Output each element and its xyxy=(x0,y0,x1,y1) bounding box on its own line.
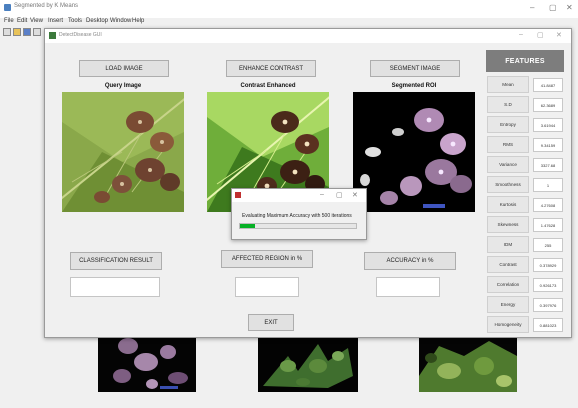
progress-minimize-icon[interactable]: – xyxy=(320,191,324,198)
load-image-button[interactable]: LOAD IMAGE xyxy=(79,60,169,77)
classification-result-label: CLASSIFICATION RESULT xyxy=(70,252,162,270)
feature-value-skewness: 1.47628 xyxy=(533,218,563,232)
affected-region-field[interactable] xyxy=(235,277,299,297)
query-image xyxy=(62,92,184,212)
dialog-title: DetectDisease GUI xyxy=(59,32,102,38)
feature-value-energy: 0.397976 xyxy=(533,298,563,312)
classification-result-field[interactable] xyxy=(70,277,160,297)
app-icon xyxy=(49,32,56,39)
feature-label-energy: Energy xyxy=(487,296,529,313)
feature-label-skewness: Skewness xyxy=(487,216,529,233)
feature-value-mean: 41.8487 xyxy=(533,78,563,92)
progress-message: Evaluating Maximum Accuracy with 500 ite… xyxy=(242,213,352,219)
segment-image-button[interactable]: SEGMENT IMAGE xyxy=(370,60,460,77)
accuracy-label: ACCURACY in % xyxy=(364,252,456,270)
accuracy-field[interactable] xyxy=(376,277,440,297)
feature-value-entropy: 3.61944 xyxy=(533,118,563,132)
feature-label-correlation: Correlation xyxy=(487,276,529,293)
feature-label-mean: Mean xyxy=(487,76,529,93)
feature-value-smoothness: 1 xyxy=(533,178,563,192)
new-file-icon[interactable] xyxy=(3,28,11,36)
feature-value-correlation: 0.926173 xyxy=(533,278,563,292)
progress-bar xyxy=(239,223,357,229)
affected-region-label: AFFECTED REGION in % xyxy=(221,250,313,268)
dialog-close-icon[interactable]: ✕ xyxy=(556,31,562,39)
feature-label-smoothness: Smoothness xyxy=(487,176,529,193)
exit-button[interactable]: EXIT xyxy=(248,314,294,331)
segmented-roi-label: Segmented ROI xyxy=(391,83,437,89)
dialog-minimize-icon[interactable]: – xyxy=(519,31,523,38)
feature-label-variance: Variance xyxy=(487,156,529,173)
enhance-contrast-button[interactable]: ENHANCE CONTRAST xyxy=(226,60,316,77)
feature-label-entropy: Entropy xyxy=(487,116,529,133)
menu-edit[interactable]: Edit xyxy=(17,18,27,24)
detect-disease-dialog: DetectDisease GUI – ▢ ✕ LOAD IMAGE ENHAN… xyxy=(44,28,572,338)
matlab-figure-icon xyxy=(4,4,11,11)
feature-value-sd: 62.3689 xyxy=(533,98,563,112)
feature-label-kurtosis: Kurtosis xyxy=(487,196,529,213)
segmented-roi-image xyxy=(353,92,475,212)
segment-cluster-2-image xyxy=(258,336,358,392)
background-titlebar: Segmented by K Means – ▢ ✕ xyxy=(0,0,578,18)
menu-desktop[interactable]: Desktop xyxy=(86,18,108,24)
contrast-enhanced-label: Contrast Enhanced xyxy=(240,83,296,89)
feature-label-rms: RMS xyxy=(487,136,529,153)
feature-value-homogeneity: 0.881023 xyxy=(533,318,563,332)
menu-insert[interactable]: Insert xyxy=(48,18,63,24)
query-image-label: Query Image xyxy=(104,83,142,89)
close-icon[interactable]: ✕ xyxy=(566,3,573,12)
segment-cluster-1-image xyxy=(98,336,196,392)
progress-titlebar: – ▢ ✕ xyxy=(232,189,366,202)
progress-maximize-icon[interactable]: ▢ xyxy=(336,191,343,199)
feature-value-kurtosis: 4.27608 xyxy=(533,198,563,212)
feature-label-idm: IDM xyxy=(487,236,529,253)
feature-value-contrast: 0.378929 xyxy=(533,258,563,272)
feature-value-rms: 9.34159 xyxy=(533,138,563,152)
feature-label-homogeneity: Homogeneity xyxy=(487,316,529,333)
background-window-title: Segmented by K Means xyxy=(14,3,79,9)
maximize-icon[interactable]: ▢ xyxy=(549,3,557,12)
menu-view[interactable]: View xyxy=(30,18,43,24)
print-icon[interactable] xyxy=(33,28,41,36)
dialog-titlebar: DetectDisease GUI – ▢ ✕ xyxy=(45,29,571,43)
feature-value-idm: 255 xyxy=(533,238,563,252)
save-icon[interactable] xyxy=(23,28,31,36)
features-header: FEATURES xyxy=(486,50,564,72)
progress-bar-fill xyxy=(240,224,256,228)
dialog-maximize-icon[interactable]: ▢ xyxy=(537,31,544,39)
menu-bar: File Edit View Insert Tools Desktop Wind… xyxy=(0,17,578,27)
menu-tools[interactable]: Tools xyxy=(68,18,82,24)
menu-file[interactable]: File xyxy=(4,18,14,24)
menu-window[interactable]: Window xyxy=(110,18,131,24)
matlab-icon xyxy=(235,192,241,198)
menu-help[interactable]: Help xyxy=(132,18,144,24)
progress-close-icon[interactable]: ✕ xyxy=(352,191,358,199)
progress-dialog: – ▢ ✕ Evaluating Maximum Accuracy with 5… xyxy=(231,188,367,240)
feature-label-sd: S.D xyxy=(487,96,529,113)
open-folder-icon[interactable] xyxy=(13,28,21,36)
feature-label-contrast: Contrast xyxy=(487,256,529,273)
segment-cluster-3-image xyxy=(419,336,517,392)
minimize-icon[interactable]: – xyxy=(530,3,534,12)
feature-value-variance: 3327.68 xyxy=(533,158,563,172)
